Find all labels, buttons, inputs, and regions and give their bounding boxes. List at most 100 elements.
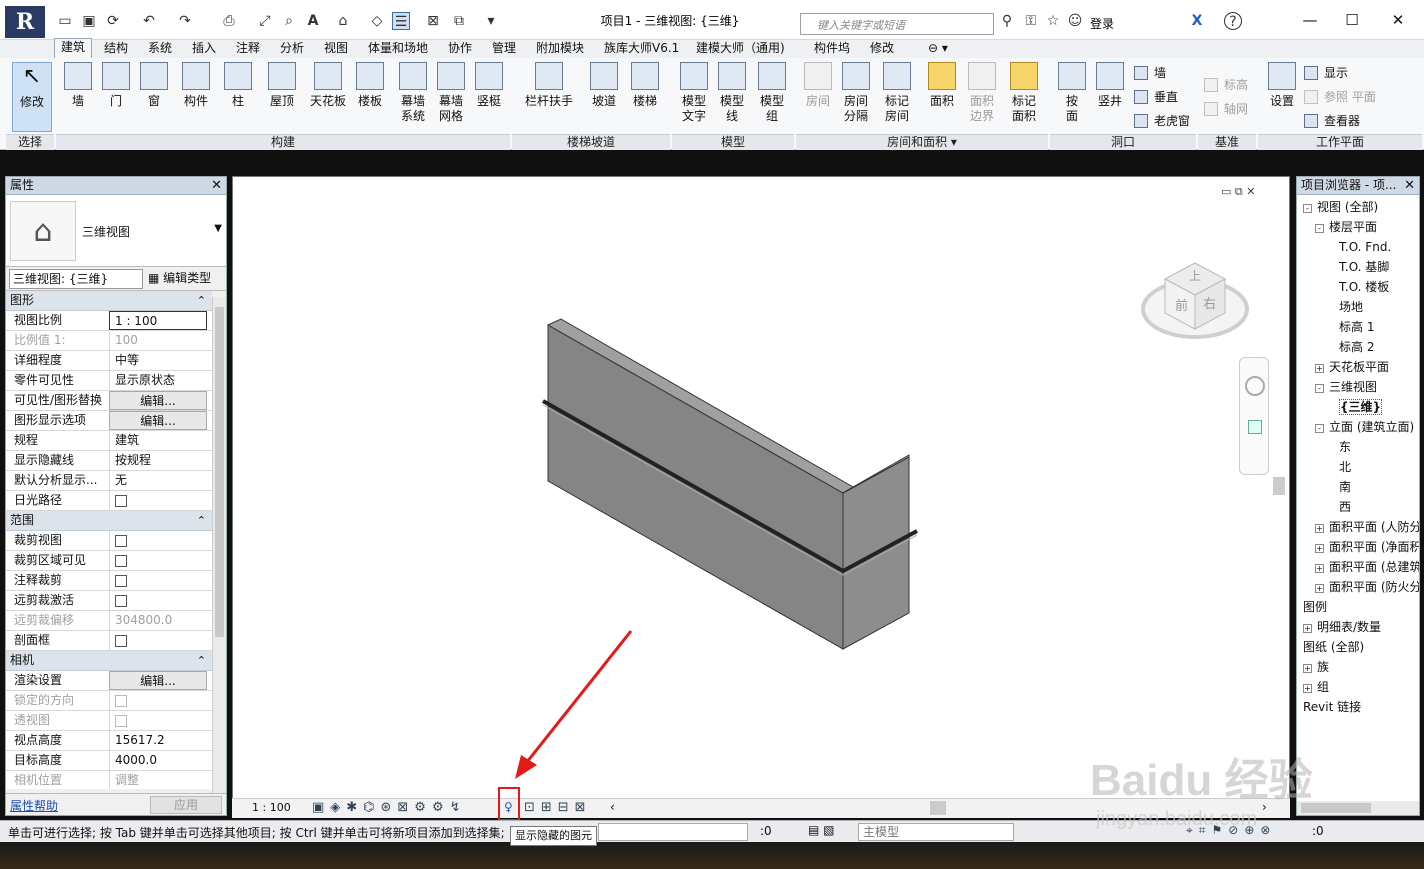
print-icon[interactable]: ⎙	[220, 12, 238, 30]
browser-node[interactable]: 东	[1339, 437, 1351, 457]
3d-view-canvas[interactable]: ▭ ⧉ ✕ 前 右 上	[232, 176, 1290, 818]
measure-icon[interactable]: ⤢	[256, 12, 274, 30]
room-area-panel-label[interactable]: 房间和面积 ▾	[796, 134, 1048, 150]
minimize-icon[interactable]: —	[1290, 8, 1330, 32]
model-text-button[interactable]: 模型 文字	[674, 62, 714, 132]
maximize-icon[interactable]: ☐	[1332, 8, 1372, 32]
property-value[interactable]: 编辑...	[109, 391, 207, 410]
browser-node[interactable]: - 视图 (全部)	[1303, 197, 1378, 217]
wall-model[interactable]	[233, 177, 1289, 797]
edit-type-button[interactable]: ▦ 编辑类型	[148, 269, 211, 287]
horizontal-scrollbar-thumb[interactable]	[930, 801, 946, 815]
viewer-button[interactable]: 查看器	[1302, 112, 1360, 130]
favorites-icon[interactable]: ☆	[1044, 12, 1062, 30]
subscription-icon[interactable]: ⚿	[1022, 12, 1040, 30]
save-icon[interactable]: ▣	[80, 12, 98, 30]
property-row[interactable]: 裁剪区域可见	[6, 551, 212, 571]
property-row[interactable]: 注释裁剪	[6, 571, 212, 591]
tab-massing-site[interactable]: 体量和场地	[362, 40, 434, 58]
browser-node[interactable]: - 三维视图	[1315, 377, 1377, 397]
expand-icon[interactable]: +	[1315, 584, 1324, 593]
show-workplane-button[interactable]: 显示	[1302, 64, 1348, 82]
column-button[interactable]: 柱	[218, 62, 258, 132]
sync-icon[interactable]: ⟳	[104, 12, 122, 30]
area-button[interactable]: 面积	[922, 62, 962, 132]
property-row[interactable]: 剖面框	[6, 631, 212, 651]
expand-icon[interactable]: +	[1315, 364, 1324, 373]
door-button[interactable]: 门	[96, 62, 136, 132]
property-value[interactable]	[109, 551, 207, 570]
browser-node[interactable]: 标高 1	[1339, 317, 1374, 337]
tab-insert[interactable]: 插入	[186, 40, 222, 58]
property-row[interactable]: 可见性/图形替换 编辑...	[6, 391, 212, 411]
browser-node[interactable]: - 立面 (建筑立面)	[1315, 417, 1414, 437]
tab-component-dock[interactable]: 构件坞	[808, 40, 856, 58]
property-row[interactable]: 默认分析显示... 无	[6, 471, 212, 491]
reveal-hidden-elements-icon[interactable]: ♀	[504, 800, 513, 814]
railing-button[interactable]: 栏杆扶手	[524, 62, 574, 132]
help-icon[interactable]: ?	[1224, 12, 1242, 30]
browser-node[interactable]: T.O. Fnd.	[1339, 237, 1391, 257]
properties-help-link[interactable]: 属性帮助	[10, 797, 58, 814]
editable-icon[interactable]: ▤ ▧	[808, 823, 835, 837]
browser-node[interactable]: + 族	[1303, 657, 1329, 677]
customize-qat-icon[interactable]: ▾	[482, 12, 500, 30]
property-value[interactable]: 编辑...	[109, 671, 207, 690]
tab-addins[interactable]: 附加模块	[530, 40, 590, 58]
expand-icon[interactable]: +	[1315, 564, 1324, 573]
property-value[interactable]: 按规程	[109, 451, 207, 470]
scroll-left-icon[interactable]: ‹	[610, 800, 615, 814]
property-row[interactable]: 远剪裁偏移 304800.0	[6, 611, 212, 631]
properties-scrollbar[interactable]	[212, 297, 226, 795]
browser-node[interactable]: + 天花板平面	[1315, 357, 1389, 377]
browser-node[interactable]: Revit 链接	[1303, 697, 1361, 717]
user-icon[interactable]: ☺	[1066, 12, 1084, 30]
wall-opening-button[interactable]: 墙	[1132, 64, 1166, 82]
undo-icon[interactable]: ↶	[140, 12, 158, 30]
tab-manage[interactable]: 管理	[486, 40, 522, 58]
model-group-button[interactable]: 模型 组	[752, 62, 792, 132]
property-value[interactable]: 4000.0	[109, 751, 207, 770]
browser-node[interactable]: {三维}	[1339, 397, 1383, 417]
property-row[interactable]: 远剪裁激活	[6, 591, 212, 611]
search-input[interactable]: 键入关键字或短语	[800, 13, 994, 35]
grid-button[interactable]: 轴网	[1202, 100, 1248, 118]
checkbox[interactable]	[115, 495, 127, 507]
viewcube[interactable]: 前 右 上	[1141, 257, 1251, 347]
property-value[interactable]: 15617.2	[109, 731, 207, 750]
zoom-icon[interactable]	[1248, 420, 1262, 434]
tab-analyze[interactable]: 分析	[274, 40, 310, 58]
select-panel-label[interactable]: 选择	[6, 134, 54, 150]
property-row[interactable]: 零件可见性 显示原状态	[6, 371, 212, 391]
expand-icon[interactable]: +	[1303, 684, 1312, 693]
property-value[interactable]	[109, 491, 207, 510]
dormer-button[interactable]: 老虎窗	[1132, 112, 1190, 130]
checkbox[interactable]	[115, 635, 127, 647]
expand-icon[interactable]: +	[1315, 524, 1324, 533]
tab-modify[interactable]: 修改	[864, 40, 900, 58]
close-icon[interactable]: ✕	[1378, 8, 1418, 32]
browser-node[interactable]: 场地	[1339, 297, 1363, 317]
section-icon[interactable]: ◇	[368, 12, 386, 30]
browser-node[interactable]: 西	[1339, 497, 1351, 517]
browser-node[interactable]: 图纸 (全部)	[1303, 637, 1364, 657]
property-value[interactable]	[109, 591, 207, 610]
workset-dropdown[interactable]	[598, 823, 748, 841]
expand-icon[interactable]: +	[1303, 624, 1312, 633]
application-menu-button[interactable]: R	[5, 6, 45, 38]
property-value[interactable]	[109, 531, 207, 550]
view-scrollbar-thumb[interactable]	[1273, 477, 1285, 495]
browser-node[interactable]: + 面积平面 (总建筑面积)	[1315, 557, 1419, 577]
browser-node[interactable]: T.O. 基脚	[1339, 257, 1389, 277]
exchange-apps-icon[interactable]: X	[1188, 12, 1206, 30]
type-selector[interactable]: ⌂ 三维视图 ▼	[6, 195, 226, 267]
property-row[interactable]: 视点高度 15617.2	[6, 731, 212, 751]
curtain-system-button[interactable]: 幕墙 系统	[393, 62, 433, 132]
ceiling-button[interactable]: 天花板	[306, 62, 350, 132]
property-row[interactable]: 裁剪视图	[6, 531, 212, 551]
checkbox[interactable]	[115, 535, 127, 547]
property-value[interactable]: 中等	[109, 351, 207, 370]
floor-button[interactable]: 楼板	[350, 62, 390, 132]
checkbox[interactable]	[115, 575, 127, 587]
view-scale[interactable]: 1 : 100	[252, 801, 291, 814]
